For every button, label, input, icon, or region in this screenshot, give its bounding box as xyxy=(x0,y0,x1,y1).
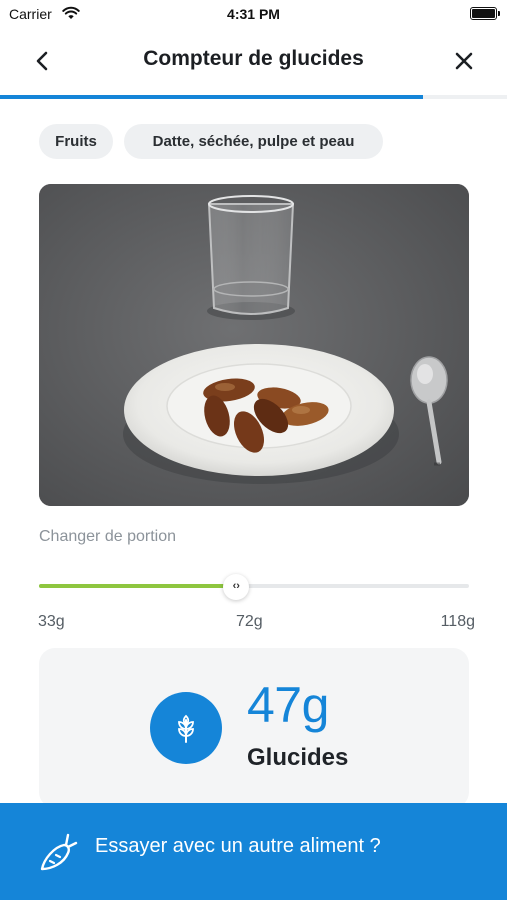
slider-thumb[interactable]: ‹› xyxy=(223,574,250,600)
page-title: Compteur de glucides xyxy=(143,47,364,70)
category-chip[interactable]: Fruits xyxy=(39,124,113,159)
carrot-icon xyxy=(40,833,78,871)
portion-current-label: 72g xyxy=(236,613,263,630)
portion-label: Changer de portion xyxy=(39,528,176,545)
status-bar: Carrier 4:31 PM xyxy=(0,0,507,30)
close-button[interactable] xyxy=(451,48,477,74)
close-icon xyxy=(455,52,473,70)
portion-slider[interactable]: ‹› xyxy=(39,574,469,600)
header: Compteur de glucides xyxy=(0,30,507,92)
carbs-value: 47g xyxy=(247,677,329,733)
portion-min-label: 33g xyxy=(38,613,65,630)
grain-icon xyxy=(178,714,194,743)
portion-max-label: 118g xyxy=(440,613,475,630)
food-photo xyxy=(39,184,469,506)
carbs-result-card: 47g Glucides xyxy=(39,648,469,808)
grain-badge xyxy=(150,692,222,764)
battery-icon xyxy=(470,7,500,20)
food-chip[interactable]: Datte, séchée, pulpe et peau xyxy=(124,124,383,159)
step-progress-fill xyxy=(0,95,424,99)
try-another-food-button[interactable]: Essayer avec un autre aliment ? xyxy=(0,803,507,900)
footer-label: Essayer avec un autre aliment ? xyxy=(95,835,381,857)
status-time: 4:31 PM xyxy=(227,6,280,22)
carbs-label: Glucides xyxy=(247,744,349,771)
step-progress-bar xyxy=(0,95,507,99)
slider-filled-track xyxy=(39,584,237,588)
